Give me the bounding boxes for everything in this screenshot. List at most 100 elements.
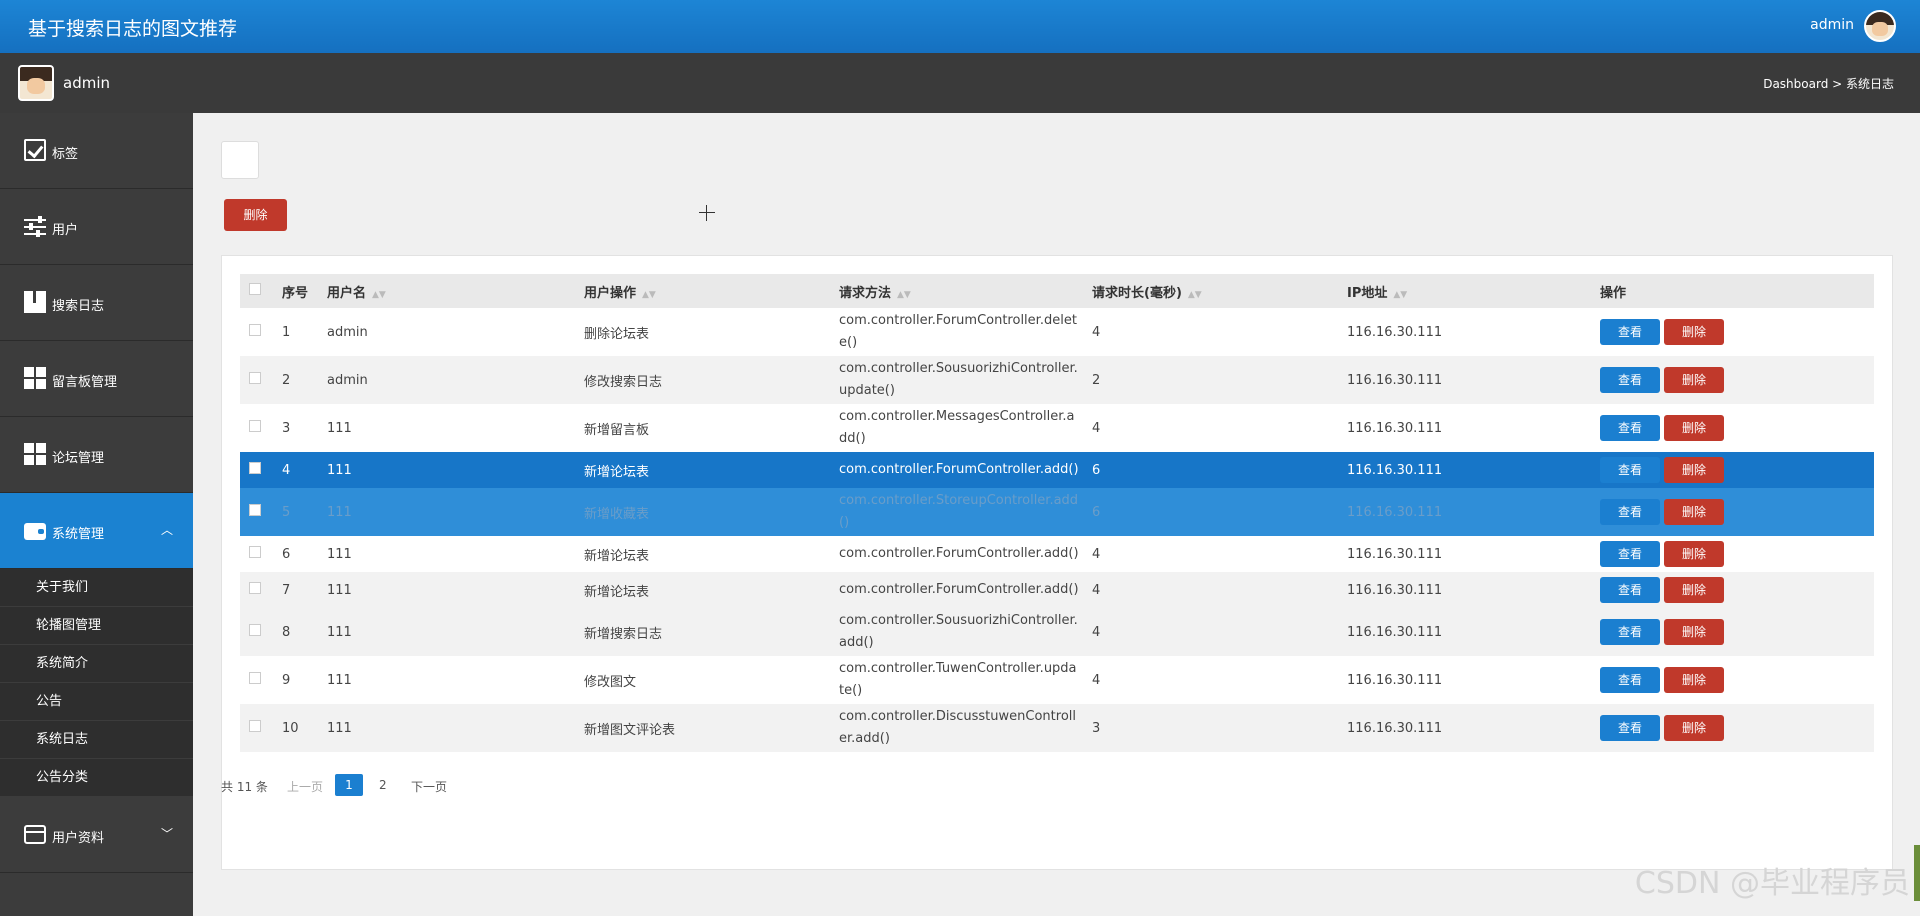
view-button[interactable]: 查看 — [1600, 457, 1660, 483]
breadcrumb[interactable]: Dashboard > 系统日志 — [1763, 75, 1894, 92]
cell-operation: 新增论坛表 — [584, 548, 650, 564]
sort-icon[interactable]: ▲▼ — [642, 290, 656, 300]
header-username[interactable]: admin — [1810, 17, 1854, 33]
row-checkbox[interactable] — [249, 546, 261, 558]
cell-username: admin — [327, 372, 368, 388]
delete-button[interactable]: 删除 — [1664, 415, 1724, 441]
row-checkbox[interactable] — [249, 624, 261, 636]
cell-method: com.controller.ForumController.add() — [839, 582, 1079, 597]
delete-button[interactable]: 删除 — [1664, 367, 1724, 393]
sort-icon[interactable]: ▲▼ — [1393, 290, 1407, 300]
submenu-system-log[interactable]: 系统日志 — [0, 721, 193, 759]
sidebar-item-profile[interactable]: 用户资料 ﹀ — [0, 797, 193, 873]
sidebar-item-users[interactable]: 用户 — [0, 189, 193, 265]
row-checkbox[interactable] — [249, 504, 261, 516]
delete-button[interactable]: 删除 — [1664, 667, 1724, 693]
pagination-prev[interactable]: 上一页 — [287, 778, 323, 795]
submenu-intro[interactable]: 系统简介 — [0, 645, 193, 683]
select-all-checkbox[interactable] — [249, 283, 261, 295]
delete-button[interactable]: 删除 — [1664, 499, 1724, 525]
cell-ip: 116.16.30.111 — [1347, 672, 1443, 688]
delete-button[interactable]: 删除 — [1664, 457, 1724, 483]
cell-index: 6 — [282, 546, 291, 562]
cell-method: com.controller.SousuorizhiController.add… — [839, 613, 1078, 650]
sidebar-item-search-log[interactable]: 搜索日志 — [0, 265, 193, 341]
table-row[interactable]: 6 111 新增论坛表 com.controller.ForumController.… — [240, 536, 1874, 572]
submenu-notice[interactable]: 公告 — [0, 683, 193, 721]
view-button[interactable]: 查看 — [1600, 715, 1660, 741]
cell-duration: 6 — [1092, 504, 1101, 520]
sidebar-item-tags[interactable]: 标签 — [0, 113, 193, 189]
submenu-notice-category[interactable]: 公告分类 — [0, 759, 193, 797]
row-checkbox[interactable] — [249, 672, 261, 684]
cell-username: 111 — [327, 546, 352, 562]
cell-operation: 删除论坛表 — [584, 326, 650, 342]
row-checkbox[interactable] — [249, 720, 261, 732]
view-button[interactable]: 查看 — [1600, 667, 1660, 693]
table-row[interactable]: 7 111 新增论坛表 com.controller.ForumController.… — [240, 572, 1874, 608]
sort-icon[interactable]: ▲▼ — [372, 290, 386, 300]
view-button[interactable]: 查看 — [1600, 577, 1660, 603]
cell-method: com.controller.ForumController.add() — [839, 546, 1079, 561]
cell-index: 9 — [282, 672, 291, 688]
table-row[interactable]: 9 111 修改图文 com.controller.TuwenController.u… — [240, 656, 1874, 704]
submenu-about[interactable]: 关于我们 — [0, 569, 193, 607]
cell-method: com.controller.TuwenController.update() — [839, 661, 1077, 698]
cell-operation: 新增留言板 — [584, 422, 650, 438]
sort-icon[interactable]: ▲▼ — [897, 290, 911, 300]
cell-ip: 116.16.30.111 — [1347, 462, 1443, 478]
view-button[interactable]: 查看 — [1600, 367, 1660, 393]
cell-method: com.controller.StoreupController.add() — [839, 493, 1079, 530]
column-header-index: 序号 — [282, 285, 309, 301]
pagination-next[interactable]: 下一页 — [411, 778, 447, 795]
delete-button[interactable]: 删除 — [1664, 319, 1724, 345]
cell-index: 8 — [282, 624, 291, 640]
view-button[interactable]: 查看 — [1600, 319, 1660, 345]
view-button[interactable]: 查看 — [1600, 619, 1660, 645]
table-row[interactable]: 10 111 新增图文评论表 com.controller.DiscusstuwenC… — [240, 704, 1874, 752]
bulk-delete-button[interactable]: 删除 — [224, 199, 287, 231]
sort-icon[interactable]: ▲▼ — [1188, 290, 1202, 300]
table-row[interactable]: 1 admin 删除论坛表 com.controller.ForumControlle… — [240, 308, 1874, 356]
page-1[interactable]: 1 — [335, 774, 363, 796]
sidebar-item-system[interactable]: 系统管理 ︿ — [0, 493, 193, 569]
cell-duration: 6 — [1092, 462, 1101, 478]
cell-index: 10 — [282, 720, 299, 736]
delete-button[interactable]: 删除 — [1664, 715, 1724, 741]
submenu-carousel[interactable]: 轮播图管理 — [0, 607, 193, 645]
table-row[interactable]: 5 111 新增收藏表 com.controller.StoreupControlle… — [240, 488, 1874, 536]
column-header-duration[interactable]: 请求时长(毫秒) — [1092, 286, 1182, 301]
column-header-username[interactable]: 用户名 — [327, 286, 366, 301]
column-header-ip[interactable]: IP地址 — [1347, 286, 1387, 301]
table-row[interactable]: 4 111 新增论坛表 com.controller.ForumController.… — [240, 452, 1874, 488]
cell-duration: 4 — [1092, 420, 1101, 436]
view-button[interactable]: 查看 — [1600, 541, 1660, 567]
column-header-method[interactable]: 请求方法 — [839, 286, 891, 301]
row-checkbox[interactable] — [249, 462, 261, 474]
grid-icon — [24, 367, 46, 389]
delete-button[interactable]: 删除 — [1664, 619, 1724, 645]
sidebar-item-forum[interactable]: 论坛管理 — [0, 417, 193, 493]
cell-username: admin — [327, 324, 368, 340]
book-icon — [24, 291, 46, 313]
cell-username: 111 — [327, 504, 352, 520]
scrollbar[interactable] — [1914, 845, 1920, 901]
row-checkbox[interactable] — [249, 324, 261, 336]
table-row[interactable]: 8 111 新增搜索日志 com.controller.SousuorizhiCont… — [240, 608, 1874, 656]
search-input[interactable] — [221, 141, 259, 179]
row-checkbox[interactable] — [249, 582, 261, 594]
delete-button[interactable]: 删除 — [1664, 541, 1724, 567]
view-button[interactable]: 查看 — [1600, 415, 1660, 441]
sidebar-item-message-board[interactable]: 留言板管理 — [0, 341, 193, 417]
row-checkbox[interactable] — [249, 372, 261, 384]
chevron-down-icon: ﹀ — [160, 827, 173, 841]
table-row[interactable]: 3 111 新增留言板 com.controller.MessagesControll… — [240, 404, 1874, 452]
column-header-operation[interactable]: 用户操作 — [584, 286, 636, 301]
view-button[interactable]: 查看 — [1600, 499, 1660, 525]
table-row[interactable]: 2 admin 修改搜索日志 com.controller.SousuorizhiCo… — [240, 356, 1874, 404]
header-avatar[interactable] — [1864, 10, 1896, 42]
delete-button[interactable]: 删除 — [1664, 577, 1724, 603]
row-checkbox[interactable] — [249, 420, 261, 432]
cell-username: 111 — [327, 462, 352, 478]
page-2[interactable]: 2 — [379, 778, 387, 792]
